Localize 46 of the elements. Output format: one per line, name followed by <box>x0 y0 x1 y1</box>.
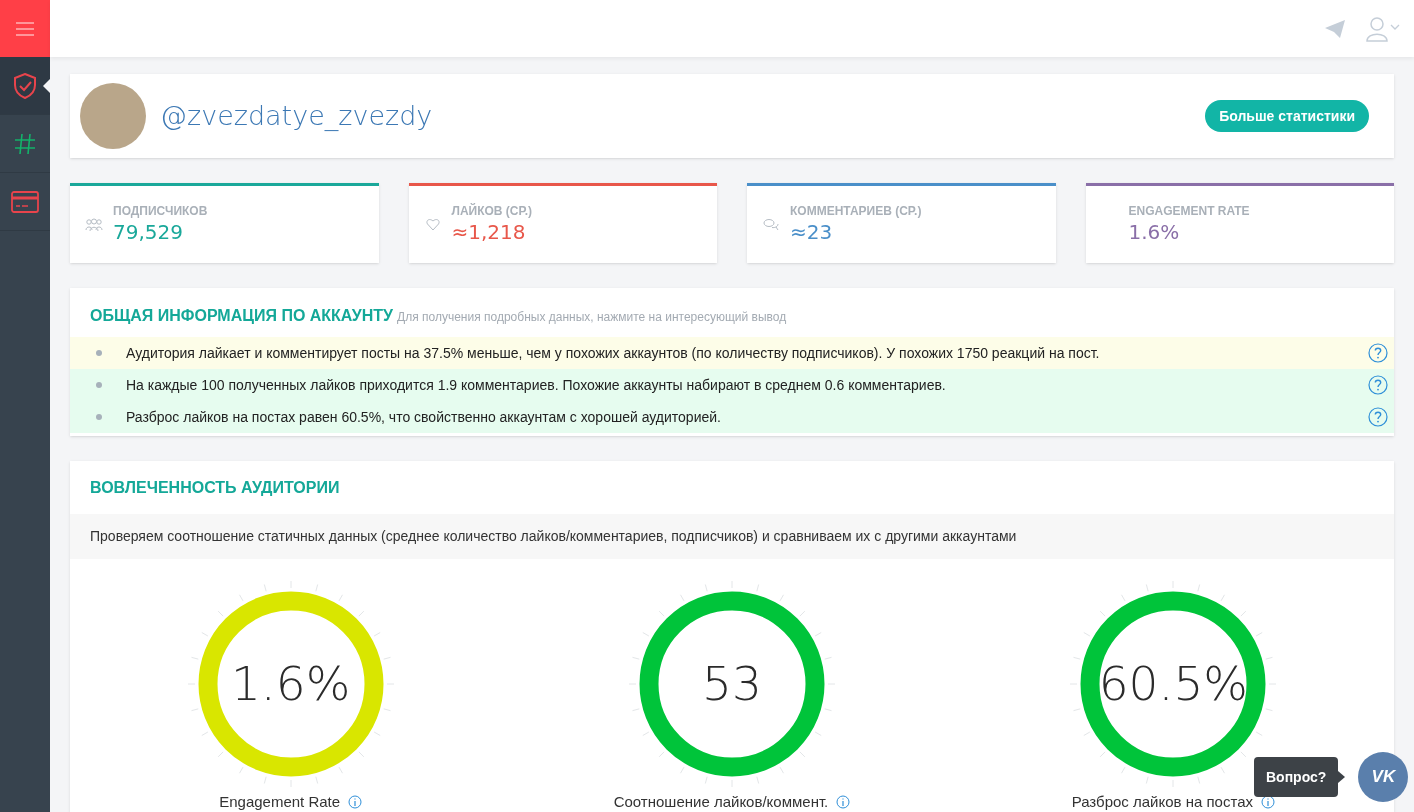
user-icon[interactable] <box>1366 15 1402 42</box>
insight-row[interactable]: Аудитория лайкает и комментирует посты на 37.5% меньше, чем у похожих аккаунтов (по количеству подписчиков). У похожих 1750 реакций на пост. <box>70 337 1394 369</box>
shield-check-icon <box>13 72 37 99</box>
tooltip-pointer-icon <box>1338 771 1346 783</box>
insight-row[interactable]: На каждые 100 полученных лайков приходится 1.9 комментариев. Похожие аккаунты набирают в среднем 0.6 комментариев. <box>70 369 1394 401</box>
stat-label: ЛАЙКОВ (СР.) <box>451 202 533 220</box>
insight-text: На каждые 100 полученных лайков приходится 1.9 комментариев. Похожие аккаунты набирают в среднем 0.6 комментариев. <box>126 375 946 395</box>
people-icon <box>85 217 103 232</box>
heart-icon <box>425 218 440 231</box>
help-icon[interactable] <box>1368 375 1388 395</box>
stat-value: ≈1,218 <box>451 220 527 245</box>
bullet-icon <box>96 382 102 388</box>
section-description: Проверяем соотношение статичных данных (среднее количество лайков/комментариев, подписчиков) и сравниваем их с другими аккаунтами <box>70 514 1394 559</box>
info-icon[interactable] <box>1261 795 1275 810</box>
credit-card-icon <box>11 190 39 213</box>
username: @zvezdatye_zvezdy <box>160 98 433 133</box>
stat-value: ≈23 <box>790 220 834 245</box>
section-title: ВОВЛЕЧЕННОСТЬ АУДИТОРИИ <box>89 478 341 498</box>
stat-label: КОММЕНТАРИЕВ (СР.) <box>790 203 922 220</box>
selection-pointer-icon <box>43 79 50 93</box>
comments-icon <box>762 217 780 232</box>
gauge-value: 60.5% <box>1098 654 1248 713</box>
section-hint: Для получения подробных данных, нажмите на интересующий вывод <box>397 309 787 326</box>
menu-icon <box>15 21 35 36</box>
menu-button[interactable] <box>0 0 50 57</box>
bullet-icon <box>96 414 102 420</box>
sidebar-item[interactable] <box>0 57 50 115</box>
help-icon[interactable] <box>1368 407 1388 427</box>
insight-row[interactable]: Разброс лайков на постах равен 60.5%, что свойственно аккаунтам с хорошей аудиторией. <box>70 401 1394 433</box>
gauge-label: Соотношение лайков/коммент. <box>613 792 829 812</box>
question-tooltip: Вопрос? <box>1254 757 1339 797</box>
section-title: ОБЩАЯ ИНФОРМАЦИЯ ПО АККАУНТУ <box>90 306 394 326</box>
insight-text: Аудитория лайкает и комментирует посты на 37.5% меньше, чем у похожих аккаунтов (по количеству подписчиков). У похожих 1750 реакций на пост. <box>126 343 1100 363</box>
paper-plane-icon[interactable] <box>1324 18 1346 39</box>
gauge-label: Engagement Rate <box>219 792 341 812</box>
hashtag-icon <box>14 132 36 155</box>
stat-label: ENGAGEMENT RATE <box>1128 203 1250 220</box>
stat-value: 1.6% <box>1128 220 1181 245</box>
bullet-icon <box>96 350 102 356</box>
insight-text: Разброс лайков на постах равен 60.5%, что свойственно аккаунтам с хорошей аудиторией. <box>126 407 721 427</box>
stat-value: 79,529 <box>113 220 184 245</box>
gauge-value: 1.6% <box>230 654 351 713</box>
gauge-label: Разброс лайков на постах <box>1071 792 1253 812</box>
gauge-value: 53 <box>702 654 762 713</box>
stat-label: ПОДПИСЧИКОВ <box>113 203 208 220</box>
help-icon[interactable] <box>1368 343 1388 363</box>
